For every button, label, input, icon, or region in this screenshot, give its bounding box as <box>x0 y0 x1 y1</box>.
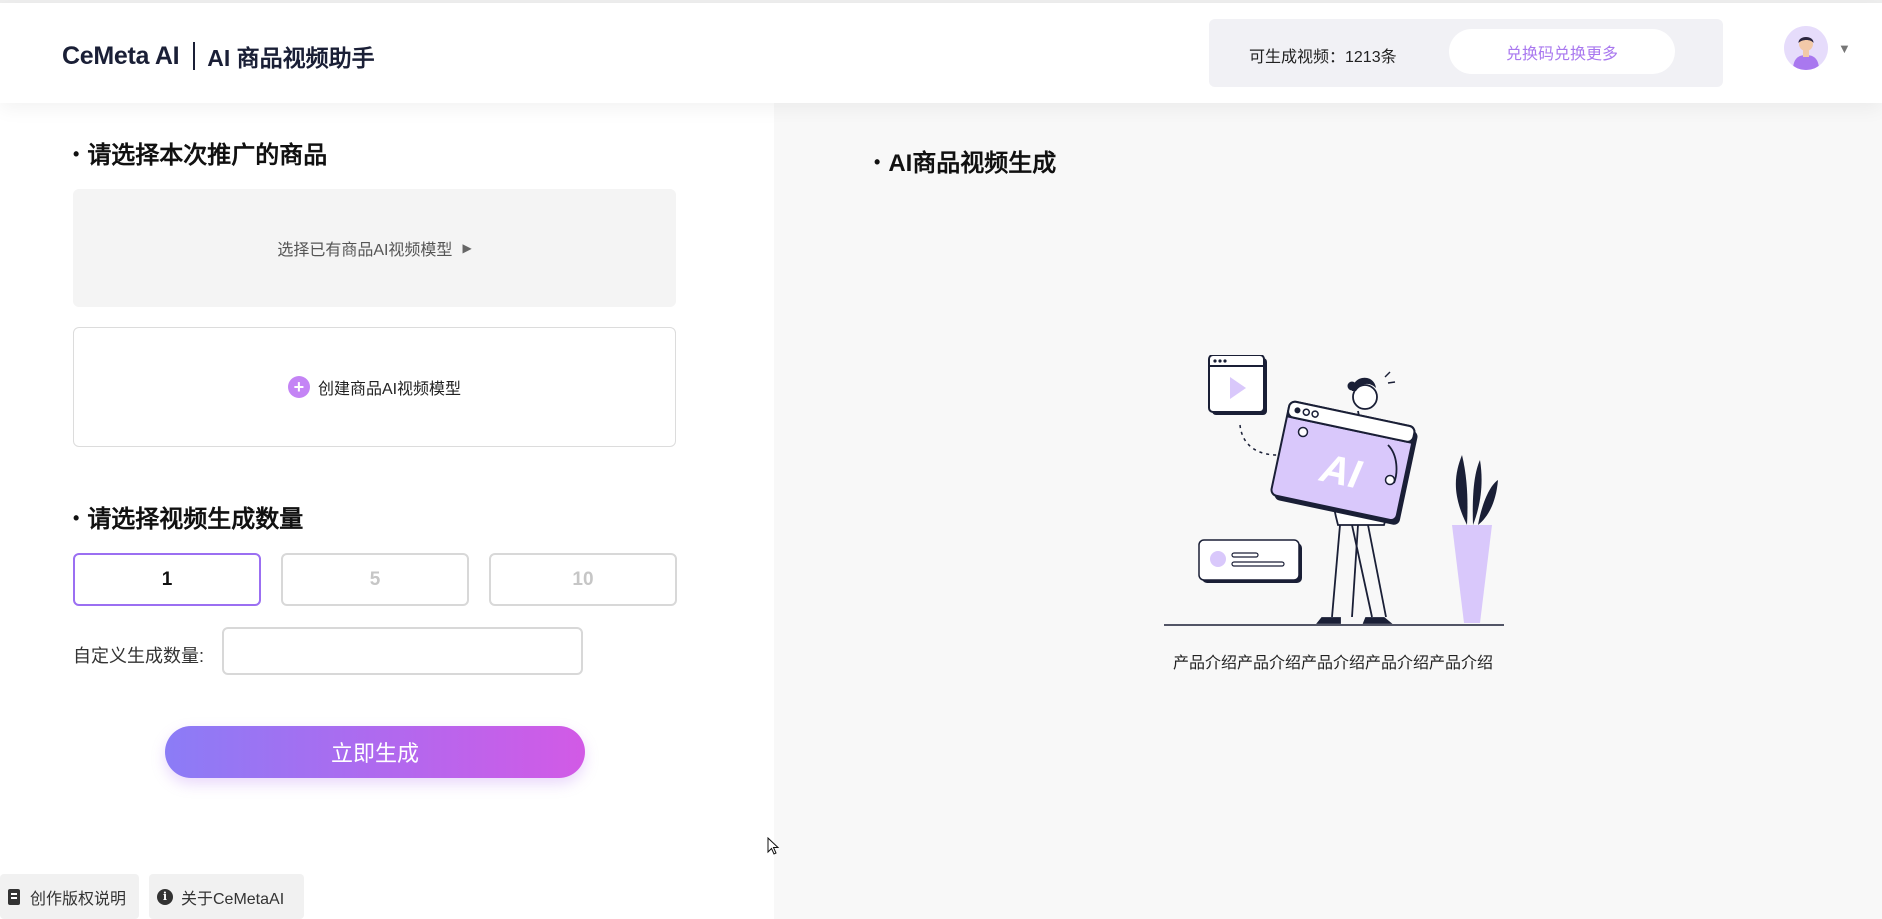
brand-divider <box>193 42 196 70</box>
create-model-card[interactable]: + 创建商品AI视频模型 <box>73 327 676 447</box>
section-title-product: • 请选择本次推广的商品 <box>73 142 328 169</box>
chevron-down-icon[interactable]: ▼ <box>1838 41 1851 56</box>
quota-text: 可生成视频：1213条 <box>1249 49 1397 66</box>
section-title-generation: • AI商品视频生成 <box>874 150 1057 177</box>
about-button[interactable]: i 关于CeMetaAI <box>149 874 304 919</box>
info-icon: i <box>157 888 173 905</box>
quota-panel: 可生成视频：1213条 兑换码兑换更多 <box>1209 19 1723 87</box>
illustration-caption: 产品介绍产品介绍产品介绍产品介绍产品介绍 <box>1173 655 1494 672</box>
play-icon: ▶ <box>462 241 472 255</box>
create-model-label: 创建商品AI视频模型 <box>317 381 462 398</box>
quantity-option-1[interactable]: 1 <box>73 553 261 606</box>
person-head <box>1347 371 1396 410</box>
select-existing-model-card[interactable]: 选择已有商品AI视频模型 ▶ <box>73 189 676 307</box>
left-panel: • 请选择本次推广的商品 选择已有商品AI视频模型 ▶ + 创建商品AI视频模型 … <box>0 103 774 919</box>
select-existing-label: 选择已有商品AI视频模型 <box>277 242 453 259</box>
plant-icon <box>1452 455 1498 623</box>
video-window-icon <box>1208 355 1267 415</box>
avatar[interactable] <box>1784 26 1828 70</box>
cursor-icon <box>767 837 780 855</box>
custom-quantity-label: 自定义生成数量: <box>73 646 205 666</box>
ai-video-illustration: AI <box>1164 355 1504 626</box>
quantity-option-10[interactable]: 10 <box>489 553 677 606</box>
app-title: AI 商品视频助手 <box>207 45 375 71</box>
brand-logo[interactable]: CeMeta AI <box>62 42 180 71</box>
document-icon <box>8 888 20 905</box>
generate-button[interactable]: 立即生成 <box>165 726 585 778</box>
custom-quantity-input[interactable] <box>222 627 583 675</box>
plus-circle-icon: + <box>287 376 310 398</box>
section-title-quantity: • 请选择视频生成数量 <box>73 506 304 533</box>
redeem-button[interactable]: 兑换码兑换更多 <box>1449 29 1675 74</box>
quantity-option-5[interactable]: 5 <box>281 553 469 606</box>
brand: CeMeta AI AI 商品视频助手 <box>62 39 375 73</box>
chat-card-icon <box>1198 539 1302 583</box>
avatar-icon <box>1784 26 1828 70</box>
copyright-button[interactable]: 创作版权说明 <box>0 874 139 919</box>
top-header: CeMeta AI AI 商品视频助手 可生成视频：1213条 兑换码兑换更多 … <box>0 3 1882 103</box>
